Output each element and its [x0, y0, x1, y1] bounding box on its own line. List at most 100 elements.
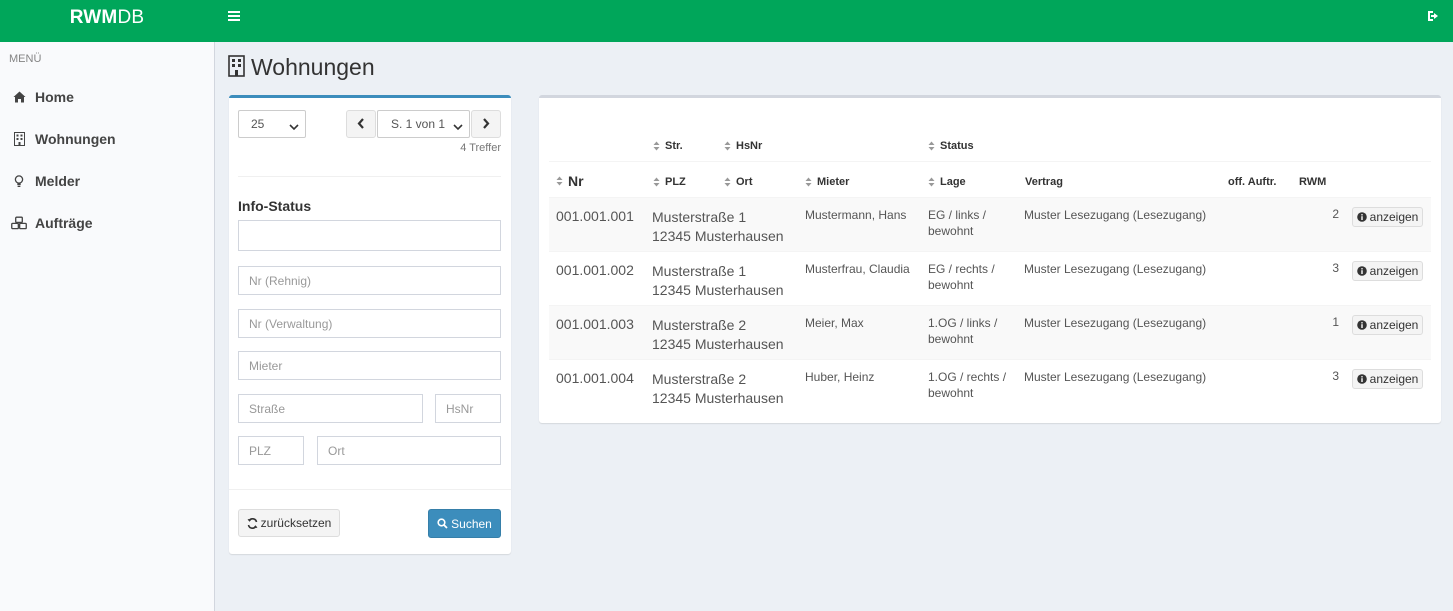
reset-label: zurücksetzen	[260, 516, 332, 530]
show-button[interactable]: anzeigen	[1352, 261, 1423, 281]
column-header-rwm: RWM	[1299, 176, 1327, 188]
nr-verwaltung-input[interactable]	[238, 309, 501, 338]
page-size-select[interactable]: 25	[238, 110, 306, 138]
column-header-hsnr[interactable]: HsNr	[724, 140, 762, 152]
cell-street: Musterstraße 2	[652, 317, 747, 333]
cell-street: Musterstraße 2	[652, 371, 747, 387]
page-size-value: 25	[251, 117, 265, 131]
column-header-off-auftr: off. Auftr.	[1228, 176, 1277, 188]
hsnr-input[interactable]	[435, 394, 501, 423]
cell-address: Musterstraße 1 12345 Musterhausen	[652, 208, 784, 246]
divider	[229, 489, 511, 490]
cell-lage: 1.OG / rechts / bewohnt	[928, 370, 1007, 400]
cell-city: 12345 Musterhausen	[652, 390, 784, 406]
cell-vertrag: Muster Lesezugang (Lesezugang)	[1024, 208, 1207, 222]
page-select[interactable]: S. 1 von 1	[377, 110, 470, 138]
cell-rwm: 3	[1332, 261, 1339, 275]
cell-mieter: Musterfrau, Claudia	[805, 262, 910, 276]
search-label: Suchen	[451, 516, 492, 531]
column-header-status[interactable]: Status	[928, 140, 974, 152]
cell-lage: EG / links / bewohnt	[928, 208, 987, 238]
table-row: 001.001.003 Musterstraße 2 12345 Musterha…	[549, 305, 1431, 359]
sort-icon	[556, 176, 563, 186]
sort-icon	[653, 177, 660, 187]
nr-rehnig-input[interactable]	[238, 266, 501, 295]
info-circle-icon	[1356, 212, 1367, 222]
sidebar-item-label: Wohnungen	[35, 131, 116, 147]
info-status-input[interactable]	[238, 220, 501, 251]
logo-bold-text: RWM	[69, 7, 118, 28]
cell-lage: 1.OG / links / bewohnt	[928, 316, 998, 346]
sidebar-item-label: Home	[35, 89, 74, 105]
cell-rwm: 2	[1332, 207, 1339, 221]
app-logo[interactable]: RWMDB	[0, 0, 214, 42]
info-status-label: Info-Status	[238, 198, 312, 214]
cell-city: 12345 Musterhausen	[652, 228, 784, 244]
sidebar-item-auftraege[interactable]: Aufträge	[0, 203, 214, 243]
sidebar-item-melder[interactable]: Melder	[0, 161, 214, 201]
mieter-input[interactable]	[238, 351, 501, 380]
column-header-lage[interactable]: Lage	[928, 176, 966, 188]
column-header-nr[interactable]: Nr	[556, 173, 584, 189]
cubes-icon	[11, 216, 27, 230]
sort-icon	[724, 177, 731, 187]
cell-mieter: Meier, Max	[805, 316, 864, 330]
cell-vertrag: Muster Lesezugang (Lesezugang)	[1024, 262, 1207, 276]
divider	[238, 176, 501, 177]
reset-button[interactable]: zurücksetzen	[238, 509, 340, 537]
sidebar-toggle-hamburger-icon[interactable]	[224, 9, 244, 29]
strasse-input[interactable]	[238, 394, 423, 423]
filter-panel: 25 S. 1 von 1 4 Treffer Info-Status zurü…	[229, 95, 511, 554]
cell-street: Musterstraße 1	[652, 263, 747, 279]
prev-page-button[interactable]	[346, 110, 376, 138]
chevron-left-icon	[357, 117, 365, 132]
sort-icon	[805, 177, 812, 187]
cell-nr: 001.001.003	[556, 316, 634, 332]
show-button[interactable]: anzeigen	[1352, 315, 1423, 335]
sort-icon	[724, 141, 731, 151]
lightbulb-icon	[11, 174, 27, 188]
chevron-down-icon	[453, 120, 463, 134]
info-circle-icon	[1356, 374, 1367, 384]
hit-count: 4 Treffer	[460, 142, 501, 154]
next-page-button[interactable]	[471, 110, 501, 138]
table-row: 001.001.004 Musterstraße 2 12345 Musterha…	[549, 359, 1431, 413]
cell-lage: EG / rechts / bewohnt	[928, 262, 995, 292]
page-title-text: Wohnungen	[251, 54, 375, 80]
ort-input[interactable]	[317, 436, 501, 465]
logout-icon[interactable]	[1427, 9, 1443, 27]
table-row: 001.001.001 Musterstraße 1 12345 Musterha…	[549, 197, 1431, 251]
cell-nr: 001.001.004	[556, 370, 634, 386]
chevron-down-icon	[289, 120, 299, 134]
cell-mieter: Huber, Heinz	[805, 370, 875, 384]
logo-rest-text: DB	[117, 7, 145, 28]
show-button[interactable]: anzeigen	[1352, 207, 1423, 227]
plz-input[interactable]	[238, 436, 304, 465]
sidebar-item-home[interactable]: Home	[0, 77, 214, 117]
cell-nr: 001.001.002	[556, 262, 634, 278]
cell-city: 12345 Musterhausen	[652, 282, 784, 298]
sort-icon	[928, 177, 935, 187]
info-circle-icon	[1356, 320, 1367, 330]
sidebar: MENÜ Home Wohnungen Melder Aufträge	[0, 42, 215, 611]
cell-street: Musterstraße 1	[652, 209, 747, 225]
sidebar-item-label: Aufträge	[35, 215, 93, 231]
sort-icon	[653, 141, 660, 151]
search-icon	[437, 518, 448, 529]
cell-vertrag: Muster Lesezugang (Lesezugang)	[1024, 370, 1207, 384]
cell-vertrag: Muster Lesezugang (Lesezugang)	[1024, 316, 1207, 330]
search-button[interactable]: Suchen	[428, 509, 501, 538]
cell-address: Musterstraße 2 12345 Musterhausen	[652, 370, 784, 408]
building-icon	[11, 132, 27, 146]
column-header-plz[interactable]: PLZ	[653, 176, 686, 188]
info-circle-icon	[1356, 266, 1367, 276]
column-header-ort[interactable]: Ort	[724, 176, 753, 188]
sidebar-item-wohnungen[interactable]: Wohnungen	[0, 119, 214, 159]
cell-rwm: 1	[1332, 315, 1339, 329]
show-button[interactable]: anzeigen	[1352, 369, 1423, 389]
column-header-vertrag: Vertrag	[1025, 176, 1063, 188]
cell-nr: 001.001.001	[556, 208, 634, 224]
sidebar-item-label: Melder	[35, 173, 81, 189]
column-header-str[interactable]: Str.	[653, 140, 683, 152]
column-header-mieter[interactable]: Mieter	[805, 176, 849, 188]
